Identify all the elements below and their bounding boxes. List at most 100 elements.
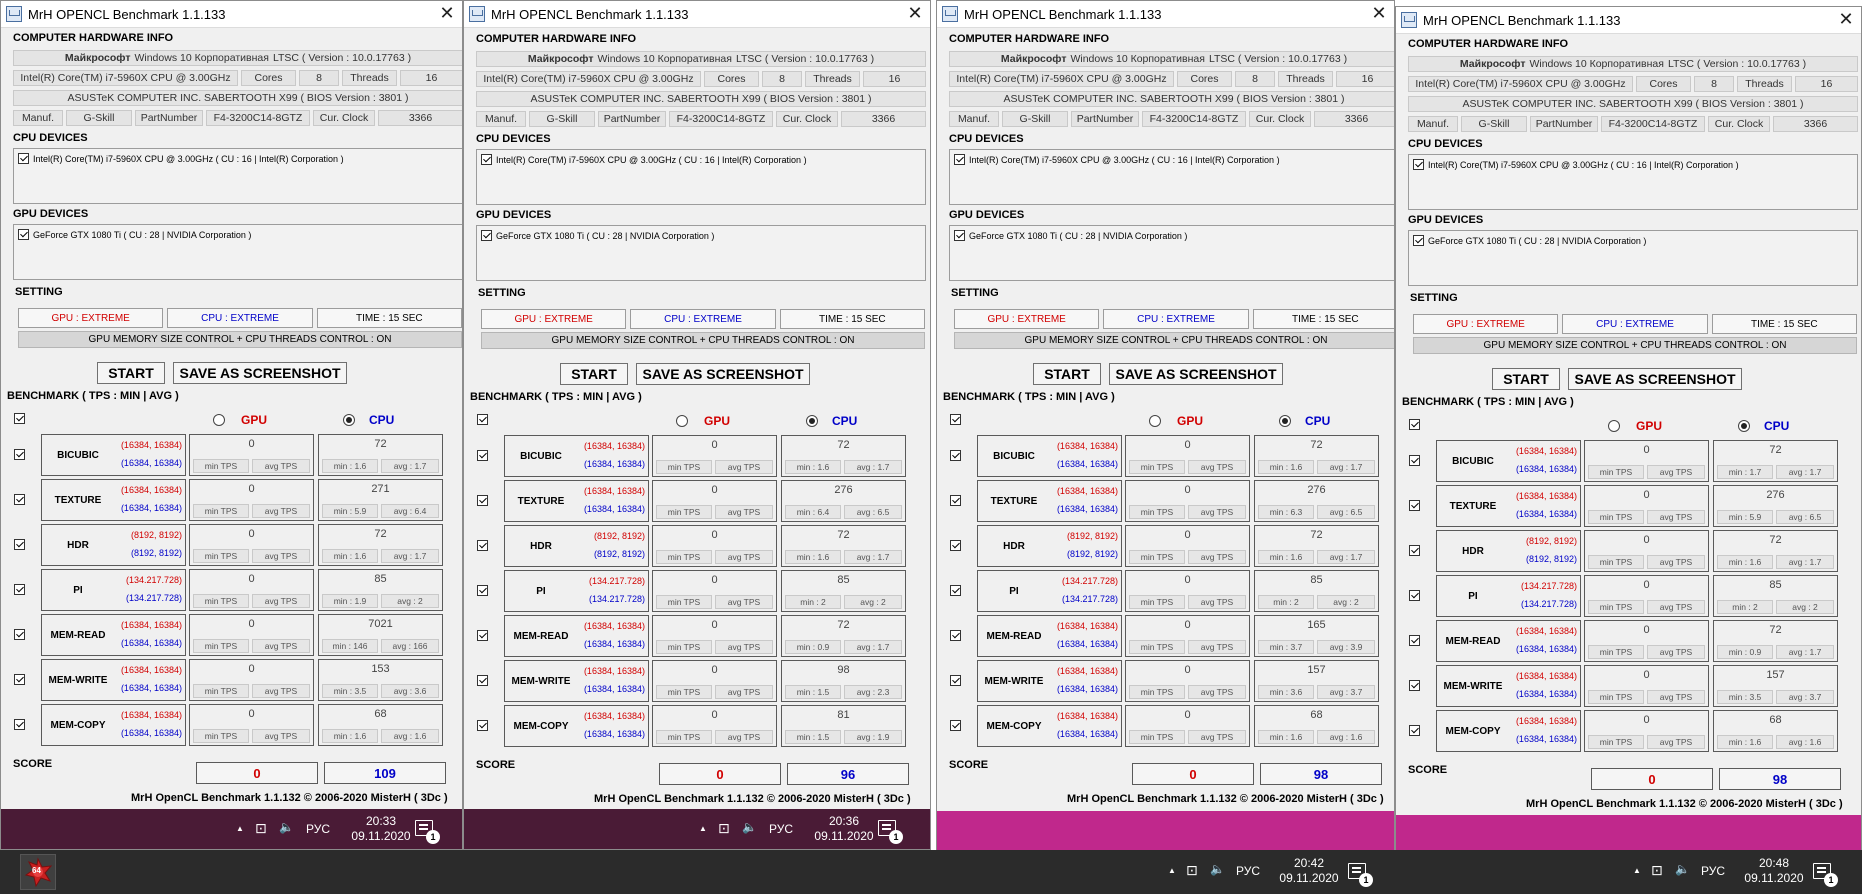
network-icon[interactable]: ⊡ [255,820,267,837]
tray-up-arrow-icon[interactable]: ▲ [699,824,707,833]
close-icon[interactable]: ✕ [900,1,930,27]
cpu-radio-icon[interactable] [1279,415,1291,427]
test-checkbox[interactable] [1409,725,1420,736]
test-checkbox[interactable] [950,450,961,461]
start-button[interactable]: START [1033,363,1101,385]
test-checkbox[interactable] [1409,455,1420,466]
tray-up-arrow-icon[interactable]: ▲ [1633,866,1641,875]
select-all-checkbox[interactable] [950,414,961,425]
select-all-checkbox[interactable] [14,413,25,424]
test-checkbox[interactable] [14,494,25,505]
volume-icon[interactable]: 🔈 [1675,862,1690,876]
test-checkbox[interactable] [950,675,961,686]
test-checkbox[interactable] [950,630,961,641]
volume-icon[interactable]: 🔈 [279,820,294,834]
language-indicator[interactable]: РУС [1701,864,1725,878]
select-all-checkbox[interactable] [477,414,488,425]
test-checkbox[interactable] [1409,590,1420,601]
gpu-radio-icon[interactable] [1149,415,1161,427]
cpu-radio-icon[interactable] [343,414,355,426]
gpu-setting[interactable]: GPU : EXTREME [1413,314,1559,334]
test-checkbox[interactable] [14,674,25,685]
cpu-setting[interactable]: CPU : EXTREME [167,308,313,328]
cpu-radio-icon[interactable] [806,415,818,427]
test-checkbox[interactable] [14,719,25,730]
checkbox-icon[interactable] [481,154,492,165]
gpu-setting[interactable]: GPU : EXTREME [954,309,1100,329]
test-checkbox[interactable] [14,584,25,595]
select-all-checkbox[interactable] [1409,419,1420,430]
start-button[interactable]: START [97,362,165,384]
start-button[interactable]: START [1492,368,1560,390]
gpu-device-item[interactable]: GeForce GTX 1080 Ti ( CU : 28 | NVIDIA C… [481,230,714,241]
test-checkbox[interactable] [477,540,488,551]
time-setting[interactable]: TIME : 15 SEC [779,309,925,329]
checkbox-icon[interactable] [1413,235,1424,246]
network-icon[interactable]: ⊡ [1186,862,1198,879]
test-checkbox[interactable] [1409,635,1420,646]
title-bar[interactable]: MrH OPENCL Benchmark 1.1.133 ✕ [1,1,462,28]
cpu-setting[interactable]: CPU : EXTREME [630,309,776,329]
checkbox-icon[interactable] [1413,159,1424,170]
cpu-radio-icon[interactable] [1738,420,1750,432]
start-button[interactable]: 64 [20,854,56,890]
title-bar[interactable]: MrH OPENCL Benchmark 1.1.133 ✕ [937,1,1394,28]
test-checkbox[interactable] [477,450,488,461]
save-screenshot-button[interactable]: SAVE AS SCREENSHOT [636,363,810,385]
cpu-device-item[interactable]: Intel(R) Core(TM) i7-5960X CPU @ 3.00GHz… [954,154,1280,165]
test-checkbox[interactable] [14,449,25,460]
gpu-device-item[interactable]: GeForce GTX 1080 Ti ( CU : 28 | NVIDIA C… [1413,235,1646,246]
test-checkbox[interactable] [477,675,488,686]
test-checkbox[interactable] [14,629,25,640]
cpu-device-item[interactable]: Intel(R) Core(TM) i7-5960X CPU @ 3.00GHz… [481,154,807,165]
test-checkbox[interactable] [1409,545,1420,556]
title-bar[interactable]: MrH OPENCL Benchmark 1.1.133 ✕ [1396,7,1861,34]
network-icon[interactable]: ⊡ [1651,862,1663,879]
close-icon[interactable]: ✕ [1831,7,1861,33]
title-bar[interactable]: MrH OPENCL Benchmark 1.1.133 ✕ [464,1,930,28]
test-checkbox[interactable] [477,585,488,596]
checkbox-icon[interactable] [954,154,965,165]
gpu-device-item[interactable]: GeForce GTX 1080 Ti ( CU : 28 | NVIDIA C… [954,230,1187,241]
checkbox-icon[interactable] [954,230,965,241]
close-icon[interactable]: ✕ [1364,1,1394,27]
time-setting[interactable]: TIME : 15 SEC [1711,314,1857,334]
checkbox-icon[interactable] [18,153,29,164]
gpu-device-item[interactable]: GeForce GTX 1080 Ti ( CU : 28 | NVIDIA C… [18,229,251,240]
cpu-setting[interactable]: CPU : EXTREME [1103,309,1249,329]
close-icon[interactable]: ✕ [432,1,462,27]
test-checkbox[interactable] [1409,680,1420,691]
network-icon[interactable]: ⊡ [718,820,730,837]
test-checkbox[interactable] [950,540,961,551]
tray-up-arrow-icon[interactable]: ▲ [1168,866,1176,875]
test-checkbox[interactable] [1409,500,1420,511]
test-checkbox[interactable] [477,495,488,506]
test-checkbox[interactable] [477,720,488,731]
time-setting[interactable]: TIME : 15 SEC [316,308,462,328]
clock[interactable]: 20:48 09.11.2020 [1739,856,1809,886]
test-checkbox[interactable] [14,539,25,550]
test-checkbox[interactable] [950,495,961,506]
save-screenshot-button[interactable]: SAVE AS SCREENSHOT [1568,368,1742,390]
save-screenshot-button[interactable]: SAVE AS SCREENSHOT [1109,363,1283,385]
tray-up-arrow-icon[interactable]: ▲ [236,824,244,833]
save-screenshot-button[interactable]: SAVE AS SCREENSHOT [173,362,347,384]
clock[interactable]: 20:36 09.11.2020 [809,814,879,844]
language-indicator[interactable]: РУС [1236,864,1260,878]
checkbox-icon[interactable] [481,230,492,241]
test-checkbox[interactable] [950,585,961,596]
clock[interactable]: 20:33 09.11.2020 [346,814,416,844]
time-setting[interactable]: TIME : 15 SEC [1252,309,1394,329]
cpu-device-item[interactable]: Intel(R) Core(TM) i7-5960X CPU @ 3.00GHz… [1413,159,1739,170]
volume-icon[interactable]: 🔈 [1210,862,1225,876]
clock[interactable]: 20:42 09.11.2020 [1274,856,1344,886]
gpu-radio-icon[interactable] [213,414,225,426]
gpu-setting[interactable]: GPU : EXTREME [18,308,164,328]
volume-icon[interactable]: 🔈 [742,820,757,834]
cpu-device-item[interactable]: Intel(R) Core(TM) i7-5960X CPU @ 3.00GHz… [18,153,344,164]
cpu-setting[interactable]: CPU : EXTREME [1562,314,1708,334]
test-checkbox[interactable] [950,720,961,731]
start-button[interactable]: START [560,363,628,385]
language-indicator[interactable]: РУС [769,822,793,836]
language-indicator[interactable]: РУС [306,822,330,836]
